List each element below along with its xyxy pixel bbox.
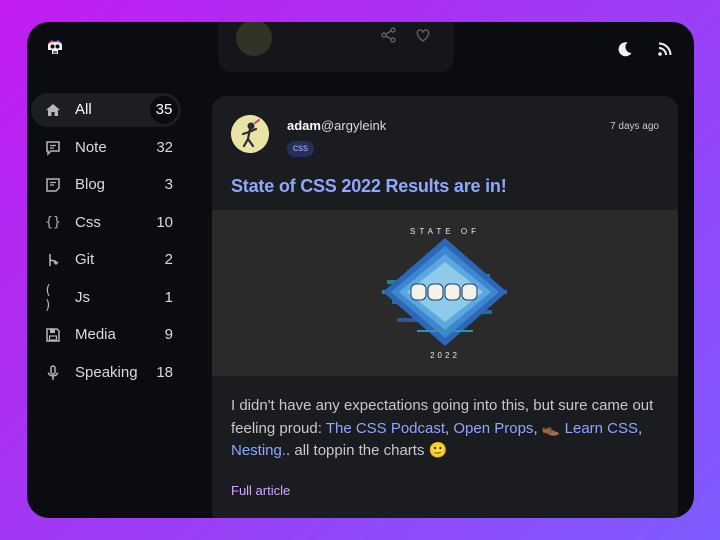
- sidebar-item-label: Css: [75, 213, 101, 231]
- separator: ,: [533, 419, 542, 437]
- sidebar-item-label: Speaking: [75, 363, 138, 381]
- message-icon: [46, 140, 60, 156]
- sidebar-item-label: All: [75, 101, 92, 118]
- shoe-emoji: 👞: [541, 419, 561, 437]
- sidebar-nav: All 35 Note 32 Blog 3 {} Css 10 Git 2 (…: [31, 93, 181, 393]
- share-icon[interactable]: [380, 26, 398, 44]
- sidebar-item-label: Git: [75, 251, 95, 268]
- sidebar-item-all[interactable]: All 35: [31, 93, 181, 127]
- open-props-link[interactable]: Open Props: [453, 420, 533, 437]
- post-body-outro: . all toppin the charts 🙂: [286, 442, 448, 459]
- microphone-icon: [47, 364, 59, 380]
- sidebar-item-git[interactable]: Git 2: [31, 243, 181, 277]
- avatar[interactable]: [231, 115, 269, 153]
- skull-logo-icon[interactable]: [45, 38, 65, 58]
- sidebar-item-count: 18: [156, 363, 173, 381]
- sidebar-item-note[interactable]: Note 32: [31, 131, 181, 165]
- post-card: adam@argyleink css 7 days ago State of C…: [212, 96, 678, 518]
- author-name[interactable]: adam@argyleink: [287, 118, 386, 133]
- sidebar-item-label: Note: [75, 138, 107, 156]
- full-article-link[interactable]: Full article: [231, 483, 290, 498]
- sidebar-item-speaking[interactable]: Speaking 18: [31, 356, 181, 390]
- css-podcast-link[interactable]: The CSS Podcast: [326, 420, 445, 437]
- git-branch-icon: [49, 254, 59, 266]
- save-icon: [46, 328, 60, 342]
- braces-icon: {}: [45, 215, 61, 230]
- previous-post-card[interactable]: [218, 22, 454, 72]
- moon-icon[interactable]: [615, 39, 635, 59]
- document-icon: [46, 178, 60, 192]
- sidebar-item-css[interactable]: {} Css 10: [31, 206, 181, 240]
- rss-icon[interactable]: [655, 39, 675, 59]
- hero-bottom-text: 2022: [430, 351, 460, 360]
- post-body: I didn't have any expectations going int…: [231, 395, 671, 463]
- author-handle: @argyleink: [320, 118, 387, 133]
- parentheses-icon: ( ): [44, 282, 52, 313]
- separator: ,: [638, 419, 643, 437]
- sidebar-item-count: 1: [164, 288, 173, 306]
- sidebar-item-js[interactable]: ( ) Js 1: [31, 281, 181, 315]
- nesting-link[interactable]: Nesting.: [231, 442, 286, 459]
- sidebar-item-media[interactable]: Media 9: [31, 318, 181, 352]
- hero-top-text: STATE OF: [410, 227, 480, 236]
- sidebar-item-count: 35: [150, 96, 178, 124]
- author-user: adam: [287, 118, 321, 133]
- learn-css-link-text: Learn CSS: [560, 419, 639, 437]
- sidebar-item-label: Media: [75, 326, 116, 343]
- app-window: All 35 Note 32 Blog 3 {} Css 10 Git 2 (…: [27, 22, 694, 518]
- sidebar-item-count: 2: [164, 251, 173, 268]
- sidebar-item-blog[interactable]: Blog 3: [31, 168, 181, 202]
- sidebar-item-label: Js: [75, 288, 90, 306]
- home-icon: [46, 104, 60, 116]
- sidebar-item-count: 3: [164, 176, 173, 193]
- sidebar-item-count: 32: [156, 138, 173, 156]
- post-title[interactable]: State of CSS 2022 Results are in!: [231, 176, 507, 197]
- post-date: 7 days ago: [610, 121, 659, 132]
- learn-css-link[interactable]: 👞 Learn CSS: [542, 420, 638, 437]
- tag-badge[interactable]: css: [287, 141, 314, 157]
- hero-image: STATE OF 2022: [212, 210, 678, 376]
- sidebar-item-count: 10: [156, 213, 173, 231]
- sidebar-item-count: 9: [164, 326, 173, 343]
- previous-post-avatar: [236, 22, 272, 56]
- sidebar-item-label: Blog: [75, 176, 106, 193]
- heart-icon[interactable]: [414, 26, 432, 44]
